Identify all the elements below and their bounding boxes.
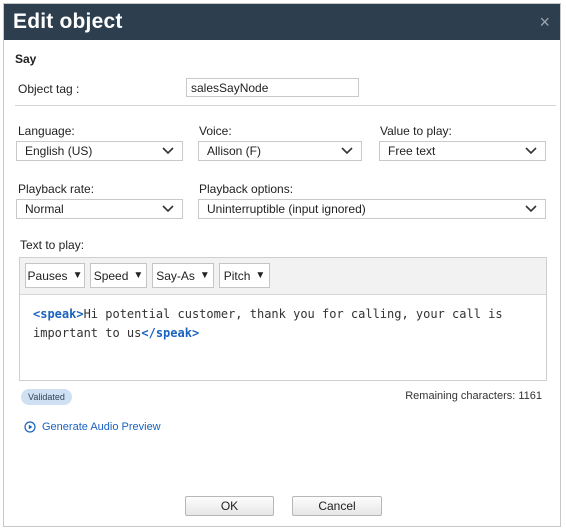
remaining-characters: Remaining characters: 1161	[405, 390, 542, 402]
text-to-play-label: Text to play:	[20, 238, 85, 252]
language-value: English (US)	[25, 144, 93, 158]
section-title: Say	[15, 52, 37, 66]
status-badge: Validated	[21, 389, 72, 405]
playback-rate-value: Normal	[25, 202, 64, 216]
value-to-play-select[interactable]: Free text	[379, 141, 546, 161]
pitch-dropdown-button[interactable]: Pitch ▼	[219, 263, 270, 288]
play-circle-icon	[24, 421, 36, 433]
edit-object-dialog: Edit object × Say Object tag : salesSayN…	[3, 3, 561, 527]
language-label: Language:	[18, 124, 75, 138]
voice-value: Allison (F)	[207, 144, 262, 158]
chevron-down-icon	[341, 147, 353, 155]
speak-open-tag: <speak>	[33, 307, 84, 321]
close-icon[interactable]: ×	[539, 13, 550, 31]
dialog-title: Edit object	[13, 10, 123, 33]
language-select[interactable]: English (US)	[16, 141, 183, 161]
caret-down-icon: ▼	[133, 270, 144, 281]
caret-down-icon: ▼	[199, 270, 210, 281]
speed-dropdown-button[interactable]: Speed ▼	[90, 263, 147, 288]
ssml-text-area[interactable]: <speak>Hi potential customer, thank you …	[20, 295, 546, 353]
playback-rate-label: Playback rate:	[18, 182, 95, 196]
playback-options-label: Playback options:	[199, 182, 294, 196]
say-as-dropdown-button[interactable]: Say-As ▼	[152, 263, 214, 288]
speed-label: Speed	[93, 268, 129, 283]
pauses-dropdown-button[interactable]: Pauses ▼	[25, 263, 85, 288]
caret-down-icon: ▼	[255, 270, 266, 281]
generate-audio-preview-label: Generate Audio Preview	[42, 421, 161, 433]
speech-text: Hi potential customer, thank you for cal…	[33, 307, 503, 340]
chevron-down-icon	[162, 147, 174, 155]
playback-options-select[interactable]: Uninterruptible (input ignored)	[198, 199, 546, 219]
pitch-label: Pitch	[223, 268, 251, 283]
editor-toolbar: Pauses ▼ Speed ▼ Say-As ▼ Pitch ▼	[20, 258, 546, 295]
pauses-label: Pauses	[27, 268, 68, 283]
caret-down-icon: ▼	[72, 270, 83, 281]
speak-close-tag: </speak>	[141, 326, 200, 340]
divider	[15, 105, 556, 106]
chevron-down-icon	[525, 205, 537, 213]
chevron-down-icon	[162, 205, 174, 213]
say-as-label: Say-As	[156, 268, 195, 283]
value-to-play-value: Free text	[388, 144, 436, 158]
cancel-button[interactable]: Cancel	[292, 496, 382, 516]
object-tag-input[interactable]: salesSayNode	[186, 78, 359, 97]
playback-rate-select[interactable]: Normal	[16, 199, 183, 219]
generate-audio-preview-link[interactable]: Generate Audio Preview	[24, 421, 161, 433]
ok-button[interactable]: OK	[185, 496, 274, 516]
dialog-titlebar: Edit object ×	[4, 4, 560, 40]
ssml-editor: Pauses ▼ Speed ▼ Say-As ▼ Pitch ▼ <speak>Hi …	[19, 257, 547, 381]
object-tag-label: Object tag :	[18, 82, 80, 96]
chevron-down-icon	[525, 147, 537, 155]
value-to-play-label: Value to play:	[380, 124, 452, 138]
voice-label: Voice:	[199, 124, 232, 138]
playback-options-value: Uninterruptible (input ignored)	[207, 202, 366, 216]
voice-select[interactable]: Allison (F)	[198, 141, 362, 161]
